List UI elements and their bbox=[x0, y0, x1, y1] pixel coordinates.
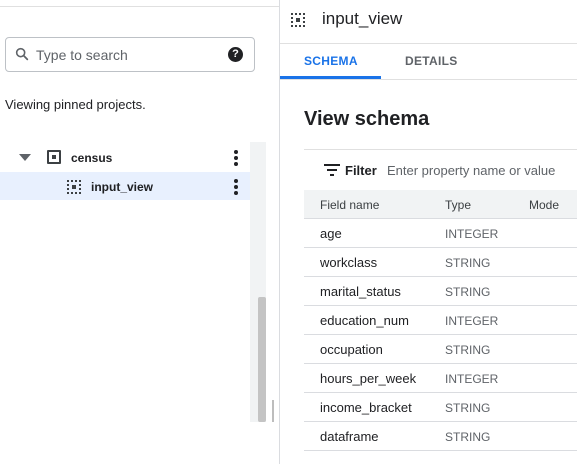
field-name: income_bracket bbox=[320, 400, 412, 415]
field-type: INTEGER bbox=[445, 372, 499, 386]
view-icon bbox=[67, 180, 81, 194]
search-icon bbox=[15, 47, 29, 61]
field-type: STRING bbox=[445, 343, 491, 357]
field-type: STRING bbox=[445, 285, 491, 299]
view-icon bbox=[291, 13, 305, 27]
tree-item-label: input_view bbox=[91, 180, 154, 194]
field-type: STRING bbox=[445, 401, 491, 415]
tree-item-census[interactable]: census bbox=[0, 143, 250, 171]
table-row: hours_per_week INTEGER bbox=[304, 364, 577, 393]
divider bbox=[0, 6, 279, 7]
field-name: marital_status bbox=[320, 284, 401, 299]
filter-label[interactable]: Filter bbox=[345, 163, 377, 178]
tab-details[interactable]: DETAILS bbox=[405, 54, 458, 68]
tree-item-label: census bbox=[71, 151, 113, 165]
pinned-projects-text: Viewing pinned projects. bbox=[5, 97, 146, 112]
field-name: age bbox=[320, 226, 342, 241]
field-type: INTEGER bbox=[445, 314, 499, 328]
table-row: occupation STRING bbox=[304, 335, 577, 364]
field-name: workclass bbox=[320, 255, 378, 270]
field-type: STRING bbox=[445, 256, 491, 270]
column-header-field-name[interactable]: Field name bbox=[320, 198, 379, 212]
help-icon[interactable]: ? bbox=[228, 47, 243, 62]
explorer-panel: ? Viewing pinned projects. census input_… bbox=[0, 0, 279, 464]
table-row: education_num INTEGER bbox=[304, 306, 577, 335]
divider bbox=[280, 79, 577, 80]
table-header: Field name Type Mode bbox=[304, 190, 577, 219]
dataset-icon bbox=[47, 150, 61, 164]
table-row: income_bracket STRING bbox=[304, 393, 577, 422]
panel-resize-handle[interactable] bbox=[272, 400, 274, 422]
tree-item-input-view[interactable]: input_view bbox=[0, 172, 250, 200]
filter-bar[interactable]: Filter bbox=[304, 149, 577, 189]
more-options-icon[interactable] bbox=[231, 179, 241, 195]
section-title: View schema bbox=[304, 108, 430, 130]
field-name: education_num bbox=[320, 313, 409, 328]
scrollbar[interactable] bbox=[258, 297, 266, 422]
resource-panel: input_view SCHEMA DETAILS View schema Fi… bbox=[280, 0, 577, 464]
schema-table: Field name Type Mode age INTEGER workclas… bbox=[304, 190, 577, 451]
field-name: occupation bbox=[320, 342, 383, 357]
field-type: STRING bbox=[445, 430, 491, 444]
chevron-down-icon[interactable] bbox=[19, 154, 31, 161]
search-box[interactable]: ? bbox=[5, 37, 255, 72]
table-row: age INTEGER bbox=[304, 219, 577, 248]
more-options-icon[interactable] bbox=[231, 150, 241, 166]
search-input[interactable] bbox=[36, 45, 216, 65]
table-row: workclass STRING bbox=[304, 248, 577, 277]
column-header-type[interactable]: Type bbox=[445, 198, 471, 212]
column-header-mode[interactable]: Mode bbox=[529, 198, 559, 212]
divider bbox=[280, 43, 577, 44]
field-name: dataframe bbox=[320, 429, 379, 444]
field-type: INTEGER bbox=[445, 227, 499, 241]
field-name: hours_per_week bbox=[320, 371, 417, 386]
filter-icon[interactable] bbox=[324, 164, 340, 176]
table-row: marital_status STRING bbox=[304, 277, 577, 306]
resource-title: input_view bbox=[322, 9, 403, 28]
table-row: dataframe STRING bbox=[304, 422, 577, 451]
filter-input[interactable] bbox=[387, 161, 577, 179]
tab-schema[interactable]: SCHEMA bbox=[304, 54, 358, 68]
